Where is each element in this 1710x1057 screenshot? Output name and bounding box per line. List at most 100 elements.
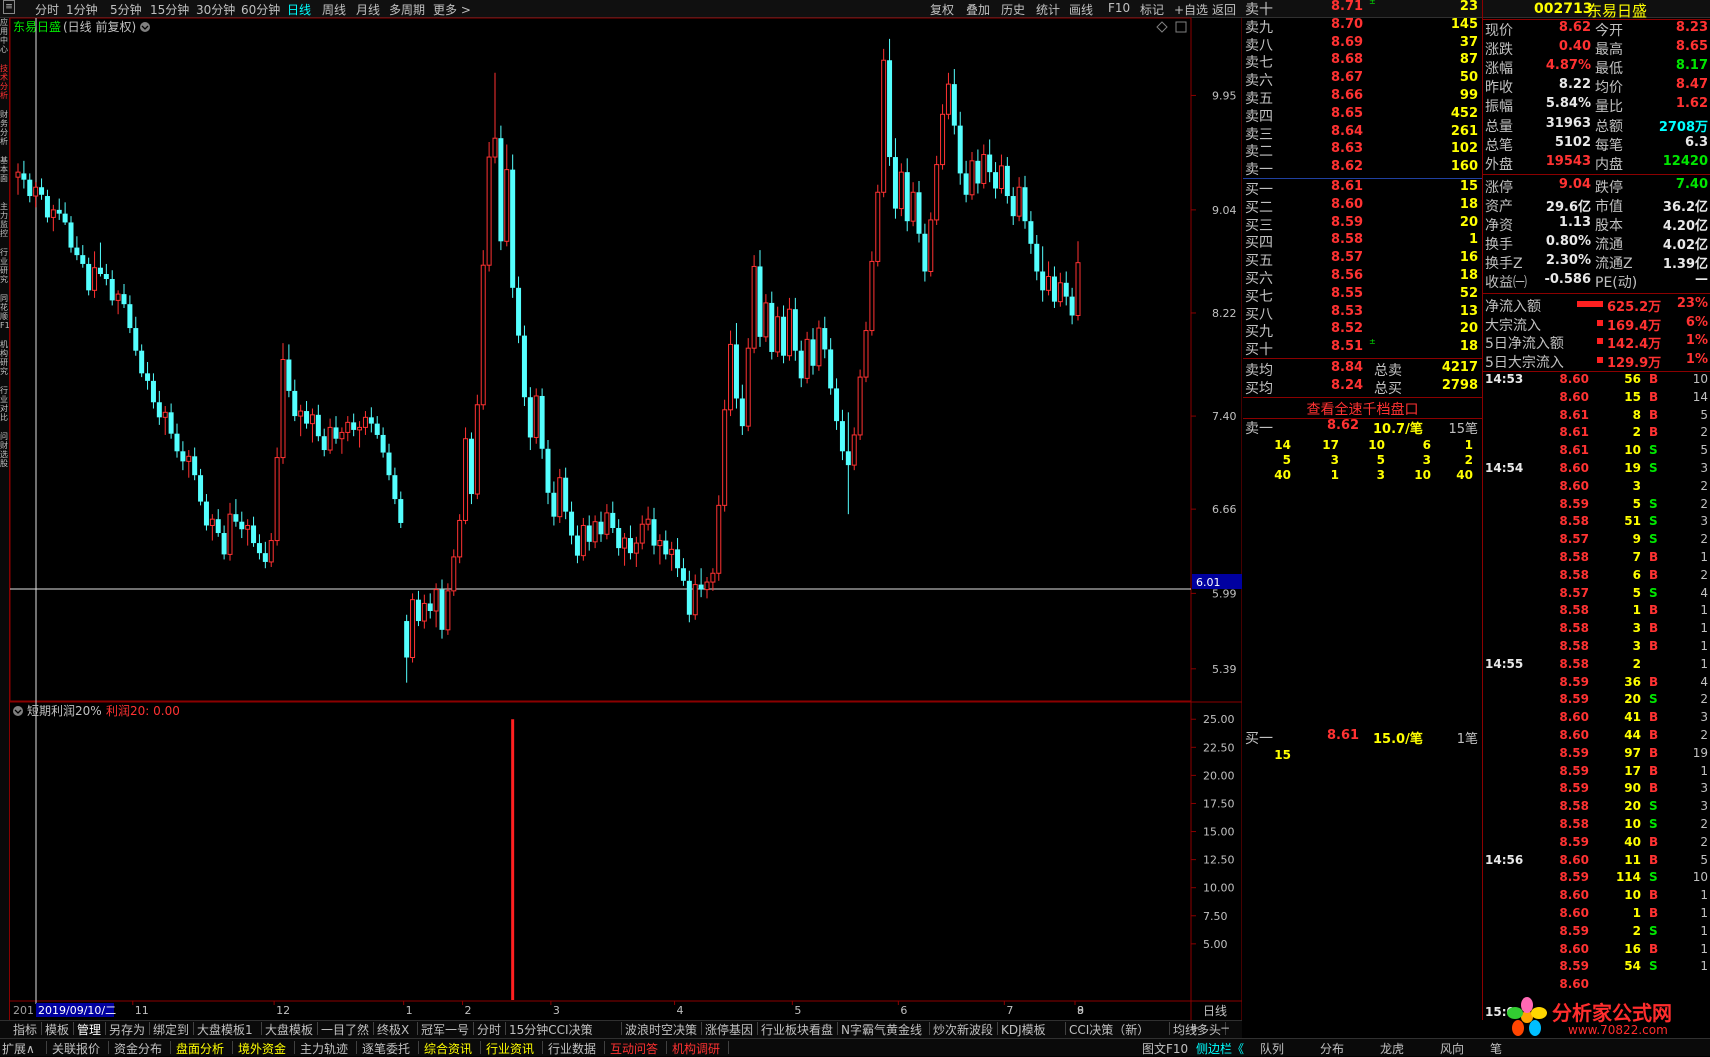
month-label: 4 (677, 1004, 684, 1017)
flow-value: 169.4万 (1607, 318, 1662, 334)
indicator-tab[interactable]: 终极X (377, 1021, 409, 1038)
panel-tab[interactable]: 龙虎 (1380, 1040, 1404, 1057)
candle (445, 583, 451, 635)
indicator-tab[interactable]: 绑定到 (153, 1021, 189, 1038)
candle-body (421, 602, 427, 622)
flow-label: 5日大宗流入 (1485, 354, 1564, 371)
tab-separator (317, 1022, 318, 1035)
indicator-tab[interactable]: 管理 (77, 1021, 101, 1038)
zoom-in-icon[interactable]: + (1190, 1021, 1200, 1035)
bottom-tab[interactable]: 互动问答 (610, 1040, 658, 1057)
tick-volume: 19 (1624, 461, 1641, 475)
sidebar-toggle[interactable]: 侧边栏《 (1196, 1040, 1244, 1057)
tab-separator (728, 1041, 729, 1054)
window-icon[interactable] (1175, 21, 1187, 33)
stat-value: 4.02亿 (1662, 238, 1708, 254)
f10-link[interactable]: 图文F10 (1142, 1040, 1188, 1057)
indicator-tab[interactable]: 冠军一号 (421, 1021, 469, 1038)
candle-body (156, 402, 162, 418)
candle (963, 160, 969, 203)
bottom-tab[interactable]: 盘面分析 (176, 1040, 224, 1057)
candle-body (981, 154, 987, 184)
tick-count: 2 (1700, 478, 1708, 493)
candle-body (934, 164, 940, 221)
chart-options-chevron-icon[interactable] (140, 22, 150, 32)
candle (1004, 157, 1010, 204)
stat-value: 19543 (1545, 153, 1591, 169)
candle (716, 495, 722, 581)
candle-body (121, 294, 127, 305)
bottom-tab[interactable]: 境外资金 (238, 1040, 286, 1057)
sell1_detail-order: 3 (1422, 453, 1431, 467)
tick-direction: B (1649, 941, 1659, 956)
subchart-options-chevron-icon[interactable] (13, 706, 23, 716)
candle (957, 111, 963, 185)
tick-volume: 2 (1632, 923, 1641, 938)
panel-tab[interactable]: 队列 (1260, 1040, 1284, 1057)
indicator-tab[interactable]: 炒次新波段 (933, 1021, 993, 1038)
bottom-tab[interactable]: 综合资讯 (424, 1040, 472, 1057)
indicator-tab[interactable]: 波浪时空决策 (625, 1021, 697, 1038)
sell-price: 8.62 (1331, 159, 1364, 175)
buy-volume: 1 (1468, 232, 1478, 248)
bottom-tab[interactable]: 主力轨迹 (300, 1040, 348, 1057)
candle-body (527, 397, 533, 438)
indicator-tab[interactable]: 行业板块看盘 (761, 1021, 833, 1038)
indicator-tab[interactable]: 涨停基因 (705, 1021, 753, 1038)
candle-body (539, 395, 545, 449)
tick-volume: 90 (1624, 781, 1641, 796)
tick-count: 1 (1700, 888, 1708, 903)
indicator-tab[interactable]: 15分钟CCI决策 (509, 1021, 593, 1038)
bottom-tab[interactable]: 资金分布 (114, 1040, 162, 1057)
tick-price: 8.60 (1559, 906, 1589, 920)
candle-body (516, 287, 522, 336)
flow-bar (1577, 301, 1603, 307)
candle-body (969, 160, 975, 196)
indicator-tab[interactable]: 一目了然 (321, 1021, 369, 1038)
diamond-icon[interactable] (1156, 21, 1168, 33)
indicator-tab[interactable]: 模板 (45, 1021, 69, 1038)
bottom-tab[interactable]: 扩展∧ (2, 1040, 35, 1057)
bottom-tab[interactable]: 关联报价 (52, 1040, 100, 1057)
bottom-tab[interactable]: 机构调研 (672, 1040, 720, 1057)
indicator-tab[interactable]: 分时 (477, 1021, 501, 1038)
panel-tab[interactable]: 分布 (1320, 1040, 1344, 1057)
candle-body (904, 172, 910, 222)
indicator-tab[interactable]: 另存为 (109, 1021, 145, 1038)
indicator-tab[interactable]: CCI决策（新） (1069, 1021, 1149, 1038)
tick-tab[interactable]: 笔 (1490, 1040, 1502, 1057)
indicator-tab[interactable]: 大盘模板 (265, 1021, 313, 1038)
tick-price: 8.60 (1559, 372, 1589, 386)
candle (139, 344, 145, 378)
view-all-depth-link[interactable]: 查看全速千档盘口 (1243, 399, 1482, 419)
candle (663, 530, 669, 560)
bottom-tab[interactable]: 逐笔委托 (362, 1040, 410, 1057)
chart-stock-name: 东易日盛 (13, 19, 61, 34)
tick-price: 8.59 (1559, 781, 1589, 796)
candle-body (162, 411, 168, 418)
book-divider (1243, 397, 1482, 398)
tick-price: 8.59 (1559, 692, 1589, 707)
panel-tab[interactable]: 风向 (1440, 1040, 1464, 1057)
candle-body (863, 330, 869, 378)
profit-bar (511, 719, 515, 1000)
indicator-tab[interactable]: 大盘模板1 (197, 1021, 253, 1038)
bottom-tab[interactable]: 行业资讯 (486, 1040, 534, 1057)
indicator-tab[interactable]: N字霸气黄金线 (841, 1021, 922, 1038)
candle (209, 514, 215, 541)
zoom-out-icon[interactable]: − (1220, 1021, 1230, 1035)
tick-direction: S (1649, 923, 1658, 938)
candle-body (574, 535, 580, 556)
candle (1022, 175, 1028, 229)
bottom-tab[interactable]: 行业数据 (548, 1040, 596, 1057)
candle-body (822, 328, 828, 350)
candle-body (168, 412, 174, 434)
month-label: 12 (276, 1004, 290, 1017)
candle (657, 534, 663, 565)
indicator-tab[interactable]: KDJ模板 (1001, 1021, 1046, 1038)
price-tick-label: 5.39 (1212, 663, 1237, 676)
candle-body (692, 584, 698, 616)
indicator-tab[interactable]: 指标 (13, 1021, 37, 1038)
quote-header: 002713 东易日盛 (1483, 0, 1710, 20)
candle (975, 149, 981, 194)
